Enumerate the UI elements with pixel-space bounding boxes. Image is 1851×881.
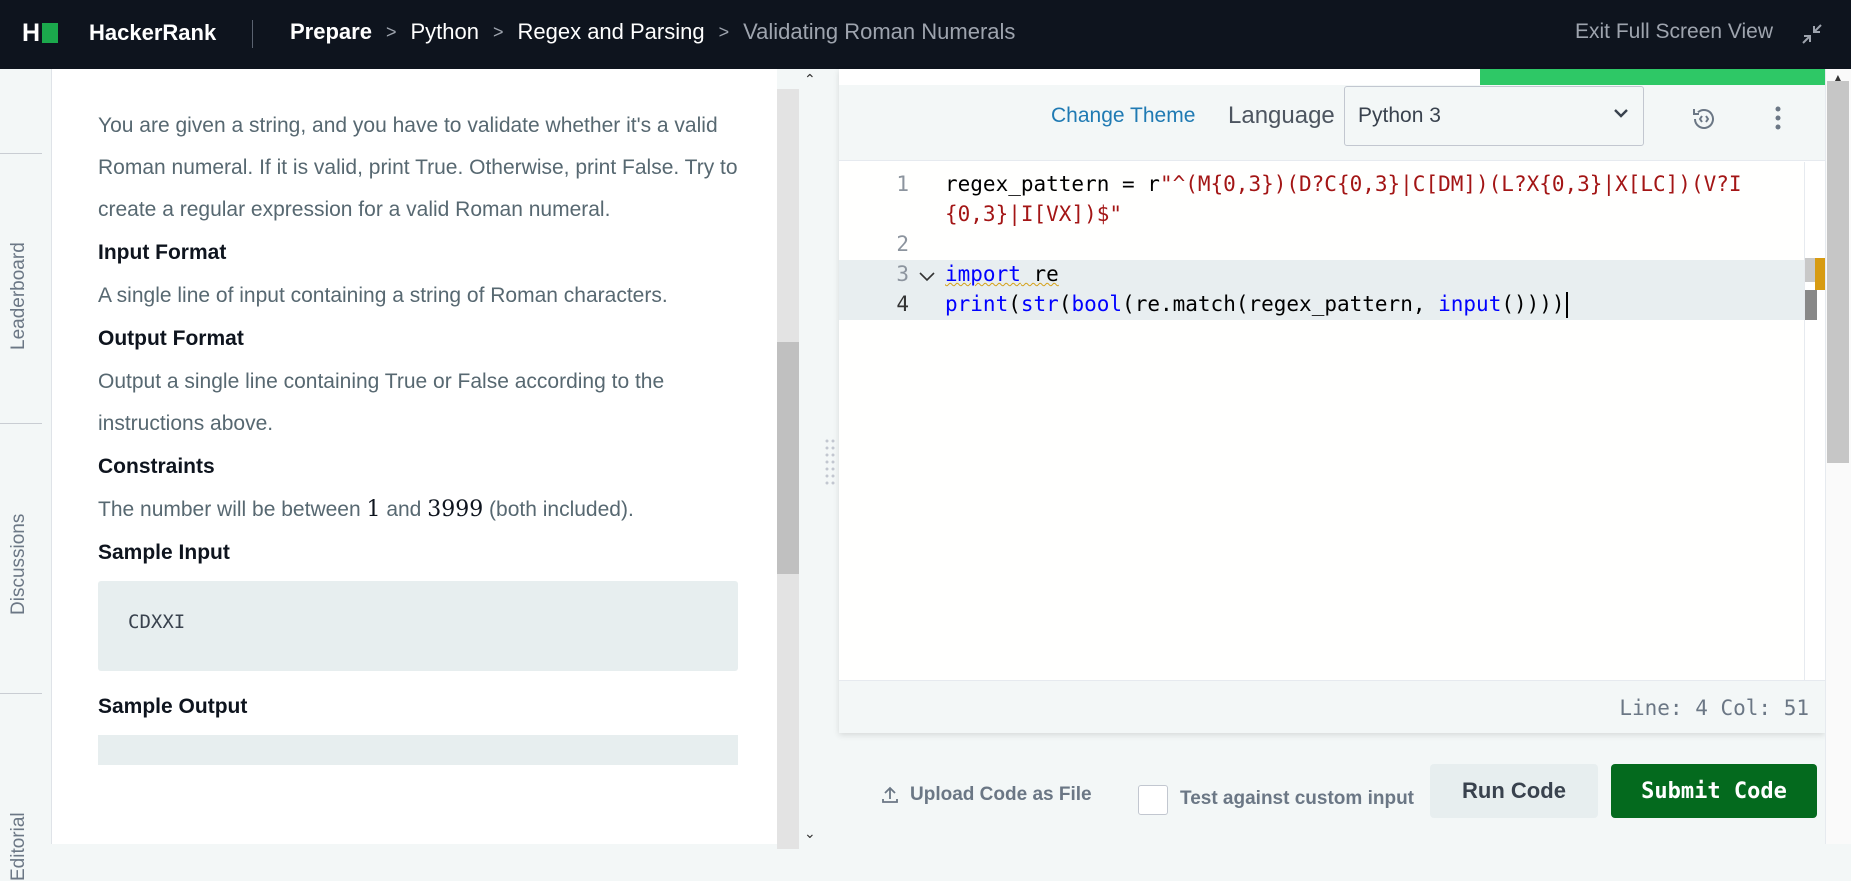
top-nav: H HackerRank Prepare > Python > Regex an… bbox=[0, 0, 1851, 69]
language-select[interactable]: Python 3 bbox=[1344, 86, 1644, 146]
hackerrank-logo[interactable]: H bbox=[22, 21, 60, 46]
language-value: Python 3 bbox=[1358, 104, 1441, 127]
resize-grip-icon[interactable] bbox=[825, 437, 835, 487]
editor-overview-ruler[interactable] bbox=[1804, 162, 1826, 680]
scrollbar-thumb[interactable] bbox=[1827, 81, 1849, 463]
reset-code-icon[interactable] bbox=[1689, 104, 1719, 134]
custom-input-label[interactable]: Test against custom input bbox=[1180, 788, 1414, 810]
output-format-heading: Output Format bbox=[98, 327, 244, 350]
constraints-text: The number will be between 1 and 3999 (b… bbox=[98, 497, 634, 522]
scrollbar-thumb[interactable] bbox=[777, 342, 799, 574]
output-format-text: Output a single line containing True or … bbox=[98, 370, 665, 435]
nav-divider bbox=[252, 20, 253, 48]
text-cursor bbox=[1565, 292, 1568, 318]
sidebar-divider bbox=[0, 423, 42, 424]
editor-accent-bar bbox=[1480, 69, 1825, 85]
sidebar-divider bbox=[0, 693, 42, 694]
sidebar-divider bbox=[0, 153, 42, 154]
line-number: 4 bbox=[896, 292, 909, 316]
line-number: 2 bbox=[896, 232, 909, 256]
breadcrumb-regex[interactable]: Regex and Parsing bbox=[517, 19, 704, 45]
chevron-right-icon: > bbox=[492, 21, 504, 42]
breadcrumb-python[interactable]: Python bbox=[410, 19, 479, 45]
code-line-1: regex_pattern = r"^(M{0,3})(D?C{0,3}|C[D… bbox=[945, 172, 1742, 196]
input-format-heading: Input Format bbox=[98, 241, 227, 264]
breadcrumb-current: Validating Roman Numerals bbox=[743, 19, 1016, 44]
chevron-down-icon[interactable]: ⌄ bbox=[804, 825, 816, 842]
tab-editorial[interactable]: Editorial bbox=[8, 812, 30, 881]
constraints-heading: Constraints bbox=[98, 455, 215, 478]
problem-statement: You are given a string, and you have to … bbox=[52, 69, 777, 844]
problem-intro: You are given a string, and you have to … bbox=[98, 114, 738, 221]
constraint-min: 1 bbox=[366, 497, 381, 522]
sample-output-heading: Sample Output bbox=[98, 695, 248, 718]
constraint-max: 3999 bbox=[427, 497, 484, 522]
code-line-1-wrap: {0,3}|I[VX])$" bbox=[945, 202, 1123, 226]
sample-input-box: CDXXI bbox=[98, 581, 738, 671]
more-options-icon[interactable] bbox=[1770, 103, 1786, 133]
run-code-button[interactable]: Run Code bbox=[1430, 764, 1598, 818]
problem-content: You are given a string, and you have to … bbox=[98, 105, 738, 765]
custom-input-checkbox[interactable] bbox=[1138, 785, 1168, 815]
page-scrollbar[interactable]: ▲ bbox=[1825, 69, 1851, 844]
input-format-text: A single line of input containing a stri… bbox=[98, 284, 668, 307]
code-line-3: import re bbox=[945, 262, 1059, 286]
brand-name[interactable]: HackerRank bbox=[89, 20, 216, 46]
change-theme-link[interactable]: Change Theme bbox=[1051, 104, 1195, 128]
line-number: 3 bbox=[896, 262, 909, 286]
breadcrumb: Prepare > Python > Regex and Parsing > V… bbox=[290, 19, 1015, 45]
line-number: 1 bbox=[896, 172, 909, 196]
cursor-position: Line: 4 Col: 51 bbox=[1619, 696, 1809, 720]
sample-input-heading: Sample Input bbox=[98, 541, 230, 564]
exit-fullscreen-link[interactable]: Exit Full Screen View bbox=[1575, 20, 1773, 44]
code-input[interactable]: 1 2 3 4 regex_pattern = r"^(M{0,3})(D?C{… bbox=[839, 162, 1804, 680]
code-line-4: print(str(bool(re.match(regex_pattern, i… bbox=[945, 292, 1568, 318]
upload-label: Upload Code as File bbox=[910, 784, 1092, 805]
submit-code-button[interactable]: Submit Code bbox=[1611, 764, 1817, 818]
upload-icon bbox=[882, 786, 898, 803]
breadcrumb-prepare[interactable]: Prepare bbox=[290, 19, 372, 45]
chevron-right-icon: > bbox=[385, 21, 397, 42]
chevron-right-icon: > bbox=[718, 21, 730, 42]
left-sidebar: Leaderboard Discussions Editorial bbox=[0, 69, 52, 881]
sample-output-box bbox=[98, 735, 738, 765]
tab-discussions[interactable]: Discussions bbox=[8, 514, 30, 615]
tab-leaderboard[interactable]: Leaderboard bbox=[8, 242, 30, 350]
upload-code-button[interactable]: Upload Code as File bbox=[880, 784, 1092, 806]
chevron-up-icon[interactable]: ⌃ bbox=[804, 71, 816, 88]
chevron-down-icon bbox=[1614, 109, 1628, 118]
fold-chevron-icon[interactable] bbox=[917, 266, 937, 286]
editor-status-bar: Line: 4 Col: 51 bbox=[839, 680, 1825, 733]
collapse-icon[interactable] bbox=[1800, 22, 1824, 46]
language-label: Language bbox=[1228, 102, 1335, 129]
problem-scrollbar[interactable]: ⌃ ⌄ bbox=[777, 69, 821, 849]
